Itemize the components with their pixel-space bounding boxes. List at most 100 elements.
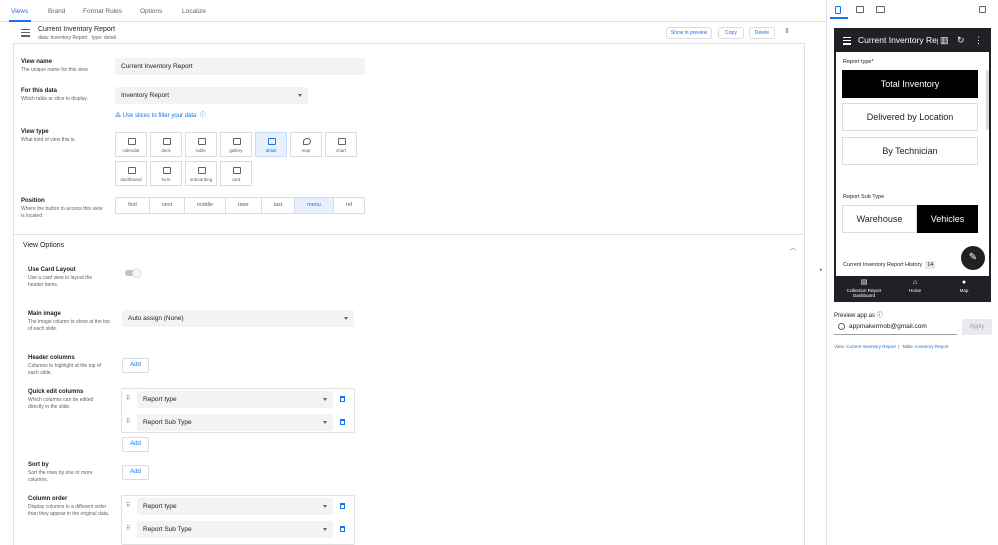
edit-icon[interactable]: ✎: [961, 246, 985, 270]
sort-by-label: Sort by: [28, 462, 49, 468]
view-type-deck[interactable]: deck: [150, 132, 182, 157]
person-icon: [838, 323, 845, 330]
sort-by-add-button[interactable]: Add: [122, 465, 149, 480]
trash-icon[interactable]: [340, 419, 345, 425]
sub-type-warehouse[interactable]: Warehouse: [842, 205, 917, 233]
view-type-table[interactable]: table: [185, 132, 217, 157]
active-device-indicator: [830, 17, 848, 19]
view-type-form[interactable]: form: [150, 161, 182, 186]
sort-by-help: Sort the rows by one or more columns.: [28, 470, 93, 483]
view-name-label: View name: [21, 59, 52, 65]
refresh-icon[interactable]: ↻: [957, 35, 965, 45]
view-type-card[interactable]: card: [220, 161, 252, 186]
delete-button[interactable]: Delete: [749, 27, 775, 39]
phone-preview[interactable]: Current Inventory Report ▥ ↻ ⋮ Report ty…: [834, 28, 991, 302]
for-data-label: For this data: [21, 88, 58, 94]
drag-handle-icon[interactable]: ⠿: [126, 418, 130, 425]
trash-icon[interactable]: [340, 526, 345, 532]
quick-edit-add-button[interactable]: Add: [122, 437, 149, 452]
app-title: Current Inventory Report: [858, 35, 938, 45]
view-header[interactable]: Current Inventory Report data: Inventory…: [13, 22, 805, 44]
scrollbar[interactable]: [986, 70, 989, 130]
view-type-dashboard[interactable]: dashboard: [115, 161, 147, 186]
delete-icon[interactable]: ▥: [940, 35, 949, 45]
desktop-icon[interactable]: [876, 6, 885, 13]
report-type-label: Report type*: [843, 59, 874, 65]
drag-handle-icon[interactable]: ⠿: [126, 395, 130, 402]
menu-icon[interactable]: [843, 37, 851, 47]
apply-button[interactable]: Apply: [962, 319, 992, 335]
card-layout-toggle[interactable]: [125, 268, 141, 278]
home-icon: ⌂: [912, 279, 918, 286]
tablet-icon[interactable]: [856, 6, 864, 13]
position-ref[interactable]: ref: [333, 197, 365, 214]
column-order-value-1: Report type: [143, 503, 177, 510]
tab-options[interactable]: Options: [140, 8, 162, 15]
form-icon: [163, 167, 171, 174]
trash-icon[interactable]: [340, 396, 345, 402]
preview-email-input[interactable]: appmakermob@gmail.com: [834, 319, 957, 335]
card-layout-label: Use Card Layout: [28, 267, 76, 273]
quick-edit-label: Quick edit columns: [28, 389, 84, 395]
position-later[interactable]: later: [225, 197, 262, 214]
trash-icon[interactable]: [340, 503, 345, 509]
position-last[interactable]: last: [261, 197, 295, 214]
position-menu[interactable]: menu: [294, 197, 334, 214]
nav-collection-report-dashboard[interactable]: ▤ Collection Report Dashboard: [838, 276, 890, 300]
for-data-select[interactable]: Inventory Report: [115, 87, 308, 104]
sub-type-vehicles[interactable]: Vehicles: [917, 205, 978, 233]
position-label: Position: [21, 198, 45, 204]
view-options-title[interactable]: View Options: [23, 242, 64, 249]
column-order-value-2: Report Sub Type: [143, 526, 192, 533]
reorder-icon[interactable]: ⇕: [784, 27, 790, 35]
onboarding-icon: [198, 167, 206, 174]
tab-format-rules[interactable]: Format Rules: [83, 8, 122, 15]
chevron-down-icon: [344, 317, 348, 320]
sub-type-label: Report Sub Type: [843, 194, 885, 200]
footer-table-link[interactable]: Inventory Report: [915, 344, 948, 349]
footer-view-link[interactable]: Current Inventory Report: [846, 344, 896, 349]
drag-handle-icon[interactable]: ⠿: [126, 502, 130, 509]
document-icon: ▤: [860, 279, 868, 286]
main-image-select[interactable]: Auto assign (None): [122, 310, 354, 327]
more-icon[interactable]: ⋮: [974, 35, 983, 45]
position-first[interactable]: first: [115, 197, 150, 214]
position-next[interactable]: next: [149, 197, 185, 214]
tab-views[interactable]: Views: [11, 8, 28, 15]
history-label[interactable]: Current Inventory Report History 14: [843, 261, 936, 269]
preview-footer: View: Current Inventory Report | Table: …: [834, 344, 949, 349]
tab-brand[interactable]: Brand: [48, 8, 65, 15]
view-type-calendar[interactable]: calendar: [115, 132, 147, 157]
view-type-map[interactable]: map: [290, 132, 322, 157]
report-type-delivered-by-location[interactable]: Delivered by Location: [842, 103, 978, 131]
copy-button[interactable]: Copy: [718, 27, 744, 39]
chevron-right-icon[interactable]: ▸: [820, 267, 823, 273]
view-type-gallery[interactable]: gallery: [220, 132, 252, 157]
view-type-onboarding[interactable]: onboarding: [185, 161, 217, 186]
column-order-select-2[interactable]: Report Sub Type: [137, 521, 333, 538]
header-columns-add-button[interactable]: Add: [122, 358, 149, 373]
report-type-total-inventory[interactable]: Total Inventory: [842, 70, 978, 98]
position-middle[interactable]: middle: [184, 197, 226, 214]
slices-link[interactable]: ⁂ Use slices to filter your data ⓘ: [115, 110, 206, 119]
app-bottom-nav: ▤ Collection Report Dashboard ⌂ Home ● Map: [836, 276, 989, 300]
chevron-down-icon: [323, 421, 327, 424]
view-type-detail[interactable]: detail: [255, 132, 287, 157]
nav-map[interactable]: ● Map: [940, 276, 988, 300]
app-top-bar: Current Inventory Report ▥ ↻ ⋮: [836, 30, 989, 52]
drag-handle-icon[interactable]: ⠿: [126, 525, 130, 532]
report-type-by-technician[interactable]: By Technician: [842, 137, 978, 165]
show-in-preview-button[interactable]: Show in preview: [666, 27, 712, 39]
expand-icon[interactable]: [979, 6, 986, 13]
view-type-chart[interactable]: chart: [325, 132, 357, 157]
nav-home[interactable]: ⌂ Home: [891, 276, 939, 300]
toggle-knob: [132, 268, 141, 278]
phone-icon[interactable]: [835, 6, 841, 14]
quick-edit-select-2[interactable]: Report Sub Type: [137, 414, 333, 431]
column-order-select-1[interactable]: Report type: [137, 498, 333, 515]
chevron-up-icon[interactable]: ︿: [790, 243, 796, 252]
dashboard-icon: [128, 167, 136, 174]
tab-localize[interactable]: Localize: [182, 8, 206, 15]
quick-edit-select-1[interactable]: Report type: [137, 391, 333, 408]
view-name-input[interactable]: Current Inventory Report: [115, 58, 365, 75]
